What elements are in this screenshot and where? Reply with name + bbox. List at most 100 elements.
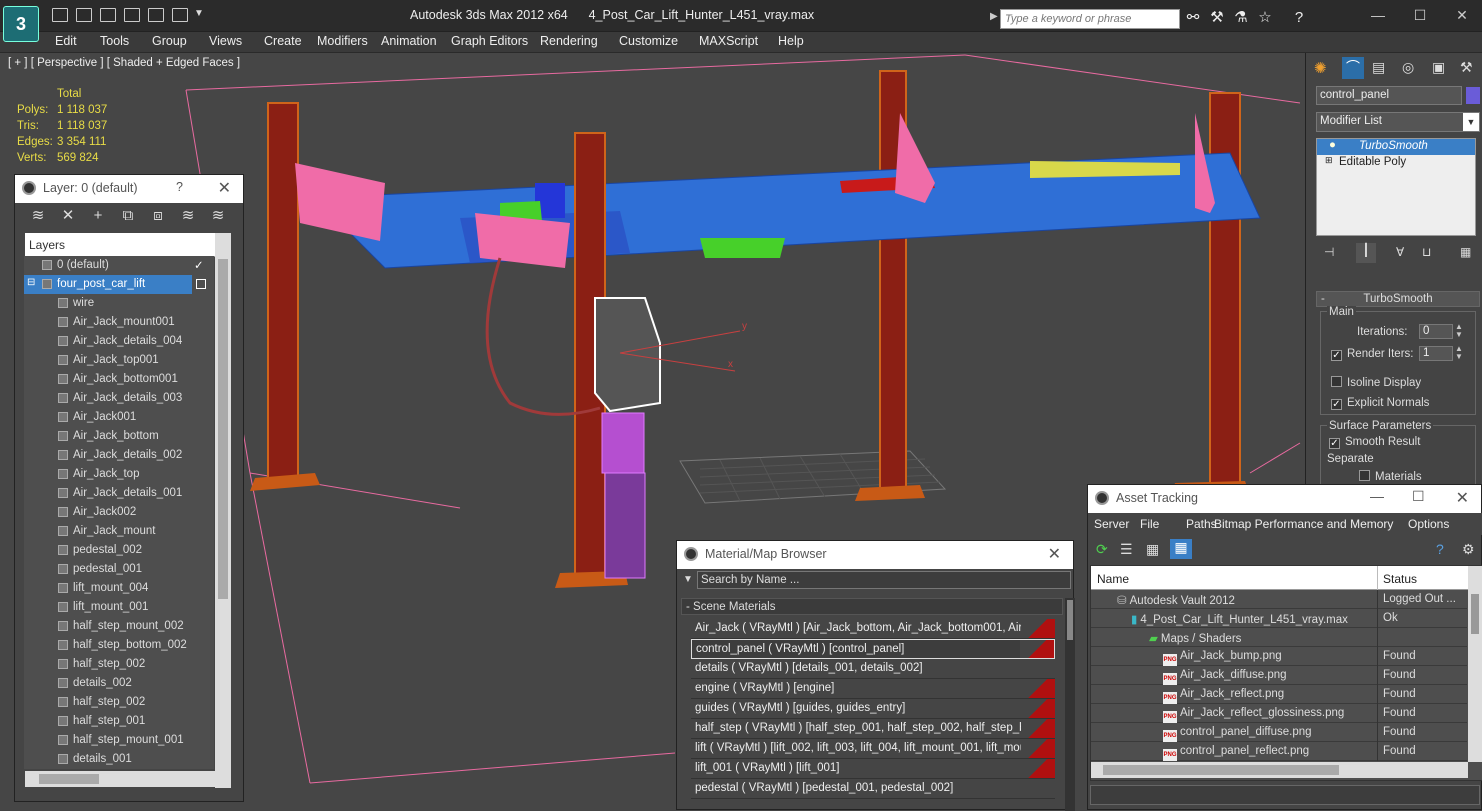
maximize-button[interactable]: ☐	[1412, 488, 1425, 505]
isoline-display-checkbox[interactable]: Isoline Display	[1331, 376, 1421, 389]
layer-row[interactable]: half_step_001	[24, 712, 214, 731]
layer-row[interactable]: half_step_mount_001	[24, 731, 214, 750]
exchange-icon[interactable]: ⚗	[1232, 9, 1250, 27]
material-row[interactable]: pedestal ( VRayMtl ) [pedestal_001, pede…	[691, 779, 1055, 799]
material-row[interactable]: lift_001 ( VRayMtl ) [lift_001]	[691, 759, 1055, 779]
layers-scrollbar[interactable]	[215, 233, 231, 788]
display-tab-icon[interactable]: ▣	[1432, 59, 1445, 76]
material-row[interactable]: control_panel ( VRayMtl ) [control_panel…	[691, 639, 1055, 659]
new-icon[interactable]	[148, 8, 164, 22]
help-icon[interactable]: ?	[1290, 9, 1308, 27]
materials-checkbox[interactable]: Materials	[1359, 470, 1422, 483]
layer-row[interactable]: pedestal_002	[24, 541, 214, 560]
material-row[interactable]: Air_Jack ( VRayMtl ) [Air_Jack_bottom, A…	[691, 619, 1055, 639]
menu-create[interactable]: Create	[264, 34, 302, 48]
favorites-star-icon[interactable]: ☆	[1256, 9, 1274, 27]
tools-icon[interactable]: ⚒	[1208, 9, 1226, 27]
browser-options-icon[interactable]: ▼	[683, 574, 693, 585]
asset-menu-bitmap[interactable]: Bitmap Performance and Memory	[1214, 517, 1393, 531]
layer-row[interactable]: pedestal_001	[24, 560, 214, 579]
layer-row[interactable]: Air_Jack_details_003	[24, 389, 214, 408]
layers-hscrollbar[interactable]	[25, 771, 215, 787]
object-color-swatch[interactable]	[1466, 87, 1480, 104]
modify-tab-icon[interactable]: ⌒	[1342, 57, 1364, 79]
create-layer-icon[interactable]: ≋	[27, 205, 49, 227]
make-unique-icon[interactable]: ∀	[1396, 245, 1404, 259]
table-view-icon[interactable]: ▦	[1170, 539, 1192, 559]
delete-layer-icon[interactable]: ✕	[57, 205, 79, 227]
asset-row[interactable]: PNG control_panel_reflect.png Found	[1091, 742, 1467, 761]
layer-row[interactable]: ⊟ four_post_car_lift	[24, 275, 206, 294]
smooth-result-checkbox[interactable]: ✓ Smooth Result	[1329, 436, 1420, 449]
asset-hscrollbar[interactable]	[1091, 762, 1468, 778]
close-icon[interactable]: ✕	[1048, 544, 1061, 564]
help-icon[interactable]: ?	[176, 180, 183, 194]
menu-rendering[interactable]: Rendering	[540, 34, 598, 48]
render-iters-spinner[interactable]: 1	[1419, 346, 1453, 361]
viewport-label[interactable]: [ + ] [ Perspective ] [ Shaded + Edged F…	[8, 57, 240, 69]
asset-row[interactable]: PNG Air_Jack_reflect_glossiness.png Found	[1091, 704, 1467, 723]
turbosmooth-rollout-header[interactable]: - TurboSmooth	[1316, 291, 1480, 307]
freeze-all-icon[interactable]: ≋	[207, 205, 229, 227]
binoculars-icon[interactable]: ⚯	[1184, 9, 1202, 27]
current-layer-box-icon[interactable]	[196, 279, 206, 289]
material-row[interactable]: details ( VRayMtl ) [details_001, detail…	[691, 659, 1055, 679]
asset-row[interactable]: PNG Air_Jack_reflect.png Found	[1091, 685, 1467, 704]
layer-row[interactable]: Air_Jack_top	[24, 465, 214, 484]
quick-access-dropdown-icon[interactable]: ▼	[194, 8, 204, 19]
layer-row[interactable]: half_step_002	[24, 655, 214, 674]
layer-row[interactable]: half_step_mount_002	[24, 617, 214, 636]
material-scrollbar[interactable]	[1065, 598, 1075, 811]
layer-row[interactable]: Air_Jack002	[24, 503, 214, 522]
layer-row[interactable]: half_step_002	[24, 693, 214, 712]
menu-group[interactable]: Group	[152, 34, 187, 48]
remove-modifier-icon[interactable]: ⊔	[1422, 245, 1431, 259]
iterations-spinner[interactable]: 0	[1419, 324, 1453, 339]
asset-scrollbar[interactable]	[1468, 566, 1482, 762]
collapse-icon[interactable]: ⊟	[27, 277, 35, 288]
modifier-list-dropdown[interactable]: Modifier List ▼	[1316, 112, 1480, 132]
refresh-icon[interactable]: ⟳	[1096, 541, 1108, 558]
app-logo[interactable]: 3	[3, 6, 39, 42]
minimize-button[interactable]: —	[1370, 488, 1384, 504]
layers-tree[interactable]: 0 (default) ✓ ⊟ four_post_car_lift wire Air_J…	[24, 256, 214, 769]
create-tab-icon[interactable]: ✺	[1314, 59, 1327, 77]
current-layer-check-icon[interactable]: ✓	[194, 258, 204, 272]
material-row[interactable]: lift ( VRayMtl ) [lift_002, lift_003, li…	[691, 739, 1055, 759]
asset-rows[interactable]: ⛁ Autodesk Vault 2012 Logged Out ... ▮ 4_Pos…	[1091, 590, 1467, 761]
menu-edit[interactable]: Edit	[55, 34, 77, 48]
asset-row[interactable]: ▰ Maps / Shaders	[1091, 628, 1467, 647]
undo-icon[interactable]	[100, 8, 116, 22]
settings-icon[interactable]: ⚙	[1462, 541, 1475, 558]
menu-help[interactable]: Help	[778, 34, 804, 48]
render-iters-spin-arrows[interactable]: ▲ ▼	[1455, 345, 1463, 361]
asset-row[interactable]: PNG Air_Jack_diffuse.png Found	[1091, 666, 1467, 685]
layer-row[interactable]: details_002	[24, 674, 214, 693]
layer-row[interactable]: Air_Jack_mount	[24, 522, 214, 541]
asset-menu-paths[interactable]: Paths	[1186, 517, 1217, 531]
open-icon[interactable]	[52, 8, 68, 22]
list-view-icon[interactable]: ☰	[1120, 541, 1133, 558]
maximize-button[interactable]: ☐	[1405, 5, 1435, 25]
layer-row[interactable]: Air_Jack_details_002	[24, 446, 214, 465]
scene-materials-group[interactable]: - Scene Materials	[681, 598, 1063, 615]
layer-row[interactable]: Air_Jack_details_001	[24, 484, 214, 503]
asset-menu-file[interactable]: File	[1140, 517, 1159, 531]
asset-menu-options[interactable]: Options	[1408, 517, 1449, 531]
menu-views[interactable]: Views	[209, 34, 242, 48]
thumbnail-icon[interactable]: ▦	[1146, 541, 1159, 558]
layer-row[interactable]: details_001	[24, 750, 214, 769]
status-column-header[interactable]: Status	[1383, 572, 1417, 586]
close-icon[interactable]: ✕	[1456, 488, 1469, 508]
close-icon[interactable]: ✕	[218, 178, 231, 198]
menu-graph-editors[interactable]: Graph Editors	[451, 34, 528, 48]
utilities-tab-icon[interactable]: ⚒	[1460, 59, 1473, 76]
select-objects-icon[interactable]: ⧉	[117, 205, 139, 227]
layer-row[interactable]: wire	[24, 294, 214, 313]
render-iters-checkbox[interactable]: ✓ Render Iters:	[1331, 348, 1413, 361]
layer-row[interactable]: lift_mount_004	[24, 579, 214, 598]
asset-row[interactable]: ▮ 4_Post_Car_Lift_Hunter_L451_vray.max Ok	[1091, 609, 1467, 628]
asset-row[interactable]: ⛁ Autodesk Vault 2012 Logged Out ...	[1091, 590, 1467, 609]
modifier-stack[interactable]: ● TurboSmooth ⊞ Editable Poly	[1316, 138, 1476, 236]
layer-row[interactable]: Air_Jack_top001	[24, 351, 214, 370]
